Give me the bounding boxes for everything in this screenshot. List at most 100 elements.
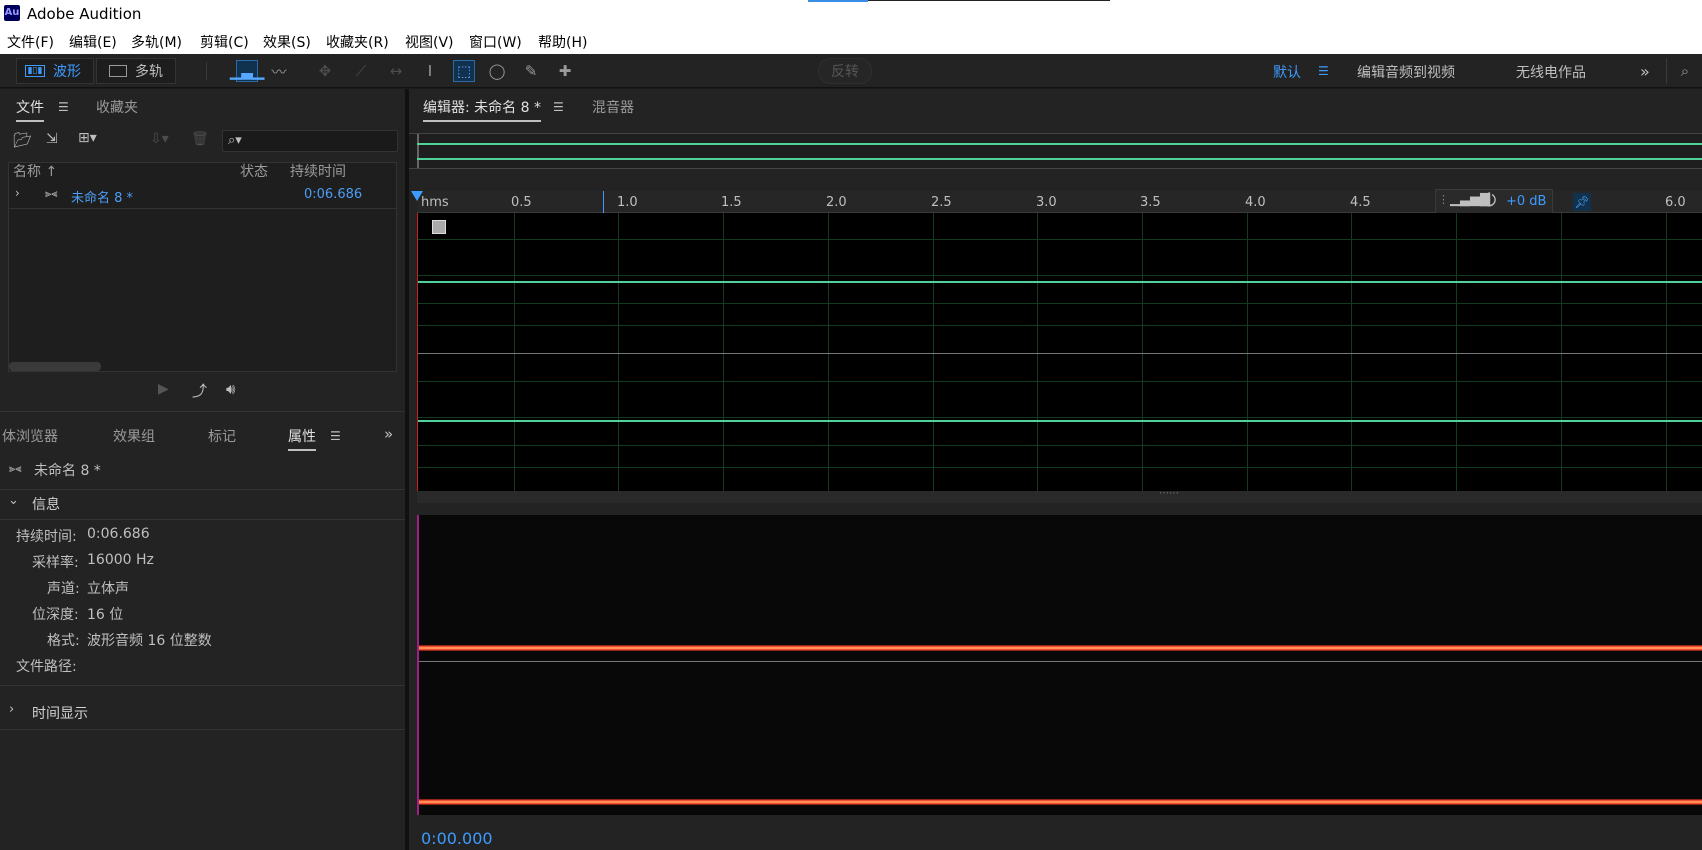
hud-toggle-icon[interactable]	[432, 220, 446, 234]
time-display-expand-icon[interactable]: ›	[9, 702, 14, 717]
info-collapse-icon[interactable]: ⌄	[8, 493, 19, 508]
navigator-handle[interactable]	[417, 134, 419, 168]
tab-editor[interactable]: 编辑器: 未命名 8 *	[423, 97, 541, 122]
column-duration-header[interactable]: 持续时间	[290, 161, 346, 181]
waveform-view-button[interactable]: ▮▯▮ 波形	[16, 58, 94, 84]
time-ruler[interactable]: hms 0.5 1.0 1.5 2.0 2.5 3.0 3.5 4.0 4.5 …	[417, 189, 1702, 214]
prop-format-label: 格式:	[47, 633, 80, 649]
overview-waveform-right	[417, 158, 1702, 160]
move-tool-icon[interactable]: ✥	[314, 60, 336, 82]
tab-markers[interactable]: 标记	[208, 426, 236, 446]
new-file-icon[interactable]: ⊞▾	[78, 130, 97, 146]
spectral-display-icon[interactable]: 〰	[268, 60, 290, 82]
prop-bit-depth-label: 位深度:	[32, 607, 79, 623]
tab-effects-group[interactable]: 效果组	[113, 426, 155, 446]
info-divider	[0, 519, 405, 520]
file-list-scrollbar[interactable]	[9, 362, 101, 371]
workspace-edit-audio-to-video[interactable]: 编辑音频到视频	[1357, 62, 1455, 82]
prop-duration-label: 持续时间:	[16, 529, 77, 545]
playhead-handle-icon[interactable]	[411, 191, 423, 201]
waveform-right-channel	[417, 420, 1702, 422]
expand-chevron-icon[interactable]: ›	[15, 186, 20, 200]
panel-divider	[0, 411, 405, 412]
ruler-tick-label: 1.0	[617, 195, 638, 210]
menu-clip[interactable]: 剪辑(C)	[200, 32, 249, 52]
hud-grip-icon[interactable]: ⋮	[1438, 193, 1449, 206]
editor-tabs: 编辑器: 未命名 8 * ☰ 混音器	[409, 89, 1702, 125]
workspace-radio-production[interactable]: 无线电作品	[1516, 62, 1586, 82]
preview-loop-icon[interactable]: ⤴	[192, 380, 207, 401]
workspace-default[interactable]: 默认	[1273, 62, 1301, 82]
properties-menu-icon[interactable]: ☰	[330, 429, 341, 443]
workspace-menu-icon[interactable]: ☰	[1318, 64, 1329, 78]
razor-tool-icon[interactable]: ⟋	[350, 60, 372, 82]
spectral-band-left	[417, 645, 1702, 651]
time-display-section-header[interactable]: 时间显示	[32, 703, 88, 723]
file-list-row[interactable]: › ⫸⫷ 未命名 8 * 0:06.686	[9, 185, 397, 209]
open-file-icon[interactable]: 📂︎	[13, 131, 32, 149]
tab-media-browser[interactable]: 体浏览器	[2, 426, 58, 446]
tab-mixer[interactable]: 混音器	[592, 97, 634, 117]
spot-healing-tool-icon[interactable]: ✚	[554, 60, 576, 82]
tab-files[interactable]: 文件	[16, 97, 44, 122]
menu-edit[interactable]: 编辑(E)	[69, 32, 117, 52]
grid-line	[417, 445, 1702, 446]
ruler-tick-label: 2.5	[931, 195, 952, 210]
editor-menu-icon[interactable]: ☰	[553, 100, 564, 114]
multitrack-view-button[interactable]: 多轨	[96, 58, 176, 84]
grid-line	[417, 239, 1702, 240]
files-search-input[interactable]: ⌕▾	[222, 130, 398, 152]
ruler-tick-label: 4.0	[1245, 195, 1266, 210]
zoom-navigator[interactable]	[409, 133, 1702, 169]
menu-help[interactable]: 帮助(H)	[538, 32, 587, 52]
volume-knob-icon[interactable]: ⏻	[1482, 190, 1496, 211]
column-status-header[interactable]: 状态	[240, 161, 268, 181]
slip-tool-icon[interactable]: ↔	[385, 60, 407, 82]
marquee-selection-tool-icon[interactable]: ⬚	[453, 60, 475, 82]
workspace-overflow-icon[interactable]: »	[1640, 62, 1650, 81]
menu-multitrack[interactable]: 多轨(M)	[131, 32, 182, 52]
title-accent-bar-2	[868, 0, 1110, 1]
ruler-tick-label: 6.0	[1665, 195, 1686, 210]
tab-properties[interactable]: 属性	[288, 426, 316, 451]
info-section-header[interactable]: 信息	[32, 494, 60, 514]
prop-bit-depth-value: 16 位	[87, 607, 124, 623]
pin-hud-icon[interactable]: 📌︎	[1573, 193, 1591, 211]
tab-favorites[interactable]: 收藏夹	[96, 97, 138, 117]
column-name-header[interactable]: 名称 ↑	[13, 161, 57, 181]
time-selection-tool-icon[interactable]: I	[419, 60, 441, 82]
menu-window[interactable]: 窗口(W)	[469, 32, 522, 52]
menu-effects[interactable]: 效果(S)	[263, 32, 311, 52]
reverse-button[interactable]: 反转	[818, 58, 872, 84]
waveform-display-icon[interactable]: ▁▃▁	[230, 60, 264, 82]
delete-file-icon[interactable]: 🗑︎	[191, 131, 209, 147]
preview-autoplay-icon[interactable]: 🔊︎	[226, 380, 235, 398]
insert-into-multitrack-icon[interactable]: ⇩▾	[150, 131, 169, 147]
spectral-view[interactable]	[417, 515, 1702, 815]
toolbar-separator	[206, 62, 207, 80]
grid-line	[417, 275, 1702, 276]
grid-line	[417, 325, 1702, 326]
lasso-tool-icon[interactable]: ◯	[486, 60, 508, 82]
volume-db-value[interactable]: +0 dB	[1506, 194, 1546, 209]
waveform-view[interactable]	[417, 213, 1702, 491]
grid-line	[1142, 213, 1143, 491]
row-divider	[9, 208, 397, 209]
grid-line	[1666, 213, 1667, 491]
file-name: 未命名 8 *	[71, 191, 134, 206]
menu-file[interactable]: 文件(F)	[7, 32, 54, 52]
files-panel-menu-icon[interactable]: ☰	[58, 100, 69, 114]
view-divider-handle[interactable]: ⋯⋯	[417, 488, 1702, 503]
grid-line	[933, 213, 934, 491]
divider-grip-icon[interactable]: ⋯⋯	[1159, 488, 1179, 499]
menu-favorites[interactable]: 收藏夹(R)	[326, 32, 389, 52]
menu-view[interactable]: 视图(V)	[405, 32, 454, 52]
brush-tool-icon[interactable]: ✎	[520, 60, 542, 82]
channel-separator	[417, 353, 1702, 354]
volume-hud[interactable]: ⋮ ▁▃▅▇ ⏻ +0 dB	[1435, 189, 1553, 214]
import-file-icon[interactable]: ⇲	[46, 131, 58, 147]
panel-overflow-icon[interactable]: »	[384, 425, 393, 443]
search-help-icon[interactable]: ⌕	[1674, 60, 1696, 82]
grid-line	[828, 213, 829, 491]
preview-play-icon[interactable]: ▶	[158, 381, 169, 397]
